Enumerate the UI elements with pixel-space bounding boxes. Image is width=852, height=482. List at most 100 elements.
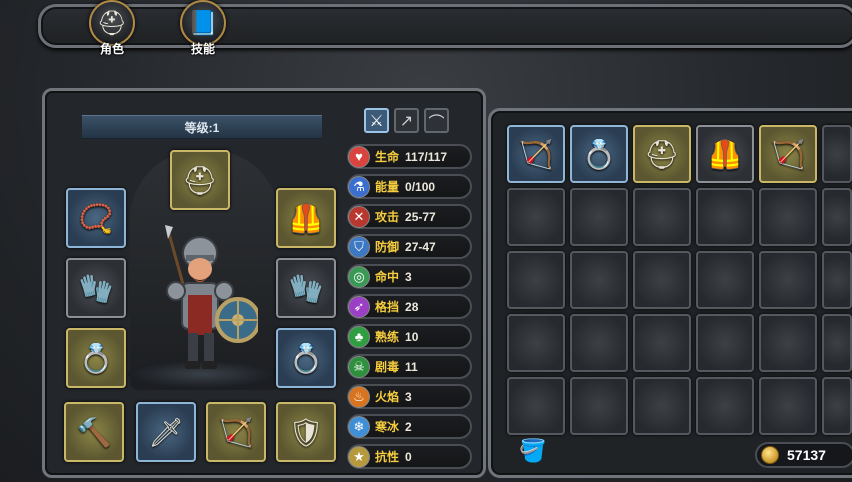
tab-character-label: 角色: [99, 42, 124, 56]
inventory-slot[interactable]: 🏹: [759, 125, 817, 183]
sword-icon: ⚔: [369, 112, 384, 130]
inventory-slot[interactable]: ⛑: [633, 125, 691, 183]
potion-icon: ⚗: [348, 175, 370, 198]
inventory-slot[interactable]: [822, 377, 852, 435]
stat-label: 能量: [375, 180, 400, 194]
inventory-slot[interactable]: [759, 314, 817, 372]
filter-bow-tab[interactable]: ⌒: [424, 108, 449, 133]
trash-bucket-icon[interactable]: 🪣: [518, 436, 548, 466]
clover-icon: ♣: [348, 325, 370, 348]
stat-value: 2: [405, 419, 412, 434]
inventory-slot[interactable]: [570, 377, 628, 435]
filter-sword-tab[interactable]: ⚔: [364, 108, 389, 133]
stat-attack: ✕ 攻击 25-77: [347, 204, 472, 229]
stat-hp: ♥ 生命 117/117: [347, 144, 472, 169]
ring-icon: 💍: [78, 342, 114, 374]
stat-poison: ☠ 剧毒 11: [347, 354, 472, 379]
flame-icon: ♨: [348, 385, 370, 408]
star-icon: ★: [348, 445, 370, 468]
inventory-slot[interactable]: [633, 314, 691, 372]
hero-character: [165, 225, 258, 369]
spear-icon: 🗡: [148, 416, 184, 448]
stat-value: 27-47: [405, 239, 436, 254]
stat-fire: ♨ 火焰 3: [347, 384, 472, 409]
tab-character[interactable]: ⛑ 角色: [82, 0, 142, 60]
inventory-slot[interactable]: 💍: [570, 125, 628, 183]
inventory-slot[interactable]: 🦺: [696, 125, 754, 183]
gauntlet-icon: 🧤: [288, 272, 324, 304]
filter-spear-tab[interactable]: ↗: [394, 108, 419, 133]
ring-icon: 💍: [288, 342, 324, 374]
inventory-slot[interactable]: [633, 377, 691, 435]
stat-defense: ⛉ 防御 27-47: [347, 234, 472, 259]
tab-skills[interactable]: 📘 技能: [173, 0, 233, 60]
armor-icon: 🦺: [707, 138, 743, 170]
inventory-slot[interactable]: [696, 251, 754, 309]
inventory-slot[interactable]: [696, 314, 754, 372]
stat-label: 火焰: [375, 390, 400, 404]
inventory-slot[interactable]: [822, 188, 852, 246]
stat-label: 熟练: [375, 330, 400, 344]
skull-icon: ☠: [348, 355, 370, 378]
inventory-slot[interactable]: [759, 377, 817, 435]
stat-label: 剧毒: [375, 360, 400, 374]
equip-slot-helmet[interactable]: ⛑: [170, 150, 230, 210]
inventory-slot[interactable]: [507, 251, 565, 309]
inventory-slot[interactable]: [507, 314, 565, 372]
inventory-slot[interactable]: [507, 188, 565, 246]
bow-icon: ⌒: [428, 114, 445, 132]
level-label: 等级:1: [82, 115, 322, 139]
amulet-icon: 📿: [78, 202, 114, 234]
stat-label: 防御: [375, 240, 400, 254]
stat-value: 0/100: [405, 179, 436, 194]
spear-icon: ↗: [399, 112, 414, 130]
gauntlet-icon: 🧤: [78, 272, 114, 304]
inventory-slot[interactable]: [633, 188, 691, 246]
stat-label: 寒冰: [375, 420, 400, 434]
crossbow-icon: 🏹: [518, 138, 554, 170]
helmet-icon: ⛑: [182, 164, 218, 196]
gold-counter: 57137: [755, 442, 852, 468]
stat-label: 生命: [375, 150, 400, 164]
stat-proficiency: ♣ 熟练 10: [347, 324, 472, 349]
crossbow-icon: 🏹: [218, 416, 254, 448]
inventory-slot[interactable]: [633, 251, 691, 309]
equip-slot-mace[interactable]: 🔨: [64, 402, 124, 462]
stat-value: 28: [405, 299, 419, 314]
heart-icon: ♥: [348, 145, 370, 168]
gold-coin-icon: [761, 446, 779, 464]
stat-value: 117/117: [405, 149, 448, 164]
equip-slot-crossbow[interactable]: 🏹: [206, 402, 266, 462]
snowflake-icon: ❄: [348, 415, 370, 438]
inventory-slot[interactable]: [696, 377, 754, 435]
equip-slot-ring-right[interactable]: 💍: [276, 328, 336, 388]
inventory-slot[interactable]: [822, 314, 852, 372]
mace-icon: 🔨: [76, 416, 112, 448]
equip-slot-amulet[interactable]: 📿: [66, 188, 126, 248]
inventory-slot[interactable]: [570, 188, 628, 246]
equip-slot-ring-left[interactable]: 💍: [66, 328, 126, 388]
stat-value: 3: [405, 389, 412, 404]
inventory-slot[interactable]: [696, 188, 754, 246]
equip-slot-armor[interactable]: 🦺: [276, 188, 336, 248]
stat-value: 3: [405, 269, 412, 284]
stat-label: 格挡: [375, 300, 400, 314]
inventory-slot[interactable]: [507, 377, 565, 435]
gold-value: 57137: [787, 447, 826, 463]
equip-slot-spear[interactable]: 🗡: [136, 402, 196, 462]
equip-slot-gloves-left[interactable]: 🧤: [66, 258, 126, 318]
stat-value: 11: [405, 359, 418, 374]
inventory-slot[interactable]: [759, 188, 817, 246]
inventory-slot[interactable]: [822, 251, 852, 309]
stat-energy: ⚗ 能量 0/100: [347, 174, 472, 199]
inventory-slot[interactable]: 🏹: [507, 125, 565, 183]
armor-icon: 🦺: [288, 202, 324, 234]
inventory-slot[interactable]: [759, 251, 817, 309]
inventory-slot[interactable]: [570, 314, 628, 372]
equip-slot-shield[interactable]: 🛡: [276, 402, 336, 462]
stat-value: 25-77: [405, 209, 436, 224]
crossed-swords-icon: ✕: [348, 205, 370, 228]
inventory-slot[interactable]: [822, 125, 852, 183]
equip-slot-gloves-right[interactable]: 🧤: [276, 258, 336, 318]
inventory-slot[interactable]: [570, 251, 628, 309]
